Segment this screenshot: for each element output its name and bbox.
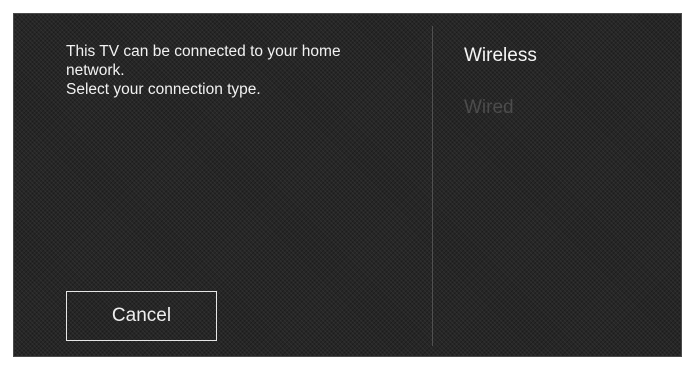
connection-type-list: Wireless Wired bbox=[464, 44, 664, 148]
option-wired[interactable]: Wired bbox=[464, 96, 664, 120]
message-line-2: network. bbox=[66, 62, 125, 79]
cancel-button[interactable]: Cancel bbox=[66, 291, 217, 341]
connection-message: This TV can be connected to your home ne… bbox=[66, 42, 406, 99]
panel-divider bbox=[432, 26, 433, 346]
option-wireless[interactable]: Wireless bbox=[464, 44, 664, 68]
message-line-3: Select your connection type. bbox=[66, 81, 261, 98]
message-line-1: This TV can be connected to your home bbox=[66, 43, 341, 60]
tv-dialog-screen: This TV can be connected to your home ne… bbox=[13, 13, 682, 357]
